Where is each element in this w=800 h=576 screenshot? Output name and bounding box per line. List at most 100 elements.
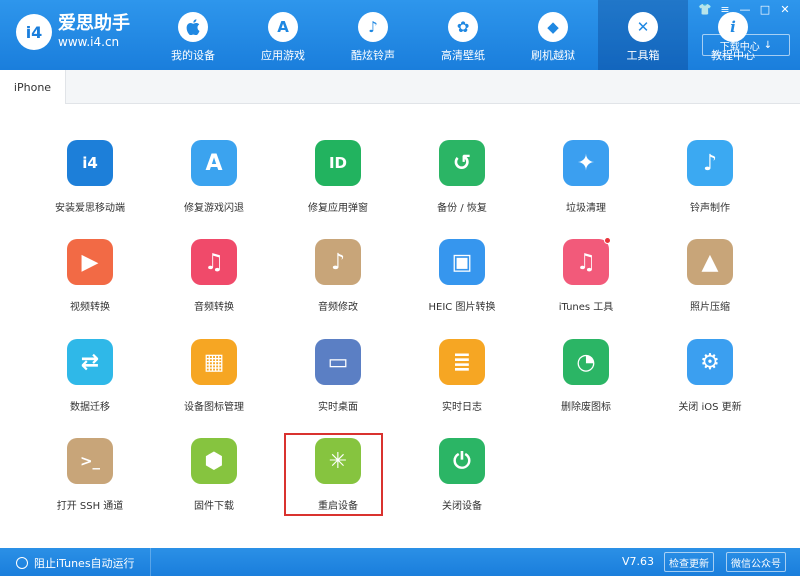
tool-label: 实时桌面 (318, 402, 358, 413)
tool-app-repair[interactable]: A 修复游戏闪退 (154, 140, 274, 230)
tool-glyph: ▲ (701, 249, 719, 275)
tool-data-migrate[interactable]: ⇄ 数据迁移 (30, 339, 150, 429)
skin-icon[interactable]: 👕 (698, 3, 712, 16)
tool-glyph: ♪ (330, 249, 346, 275)
heic-convert-icon: ▣ (439, 239, 485, 285)
tool-backup-restore[interactable]: ↺ 备份 / 恢复 (402, 140, 522, 230)
tool-itunes[interactable]: ♫ iTunes 工具 (526, 237, 646, 329)
nav-my-device[interactable]: 我的设备 (148, 0, 238, 70)
tool-label: 音频转换 (194, 302, 234, 313)
maximize-icon[interactable]: □ (758, 3, 772, 16)
tool-video-play[interactable]: ▶ 视频转换 (30, 239, 150, 329)
tool-label: 修复游戏闪退 (184, 203, 244, 214)
tool-label: 修复应用弹窗 (308, 203, 368, 214)
tool-glyph: ⚙ (700, 349, 720, 375)
tool-music-edit[interactable]: ♪ 音频修改 (278, 239, 398, 329)
notification-dot (604, 237, 611, 244)
download-icon: ↓ (763, 39, 773, 51)
apple-id-icon: ID (315, 140, 361, 186)
tool-label: 音频修改 (318, 302, 358, 313)
main-nav: 我的设备 A 应用游戏 ♪ 酷炫铃声 ✿ 高清壁纸 ◆ 刷机越狱 ✕ 工具箱 i… (148, 0, 778, 70)
flower-icon: ✿ (448, 12, 478, 42)
version-label: V7.63 (622, 555, 655, 568)
tool-label: 打开 SSH 通道 (56, 501, 124, 512)
log-document-icon: ≣ (439, 339, 485, 385)
tool-i4-app[interactable]: i4 安装爱思移动端 (30, 140, 150, 230)
nav-toolbox[interactable]: ✕ 工具箱 (598, 0, 688, 70)
tool-label: 照片压缩 (690, 302, 730, 313)
data-migrate-icon: ⇄ (67, 339, 113, 385)
check-update-button[interactable]: 检查更新 (664, 552, 714, 572)
tool-glyph: i4 (82, 154, 98, 172)
monitor-icon: ▭ (315, 339, 361, 385)
toolbox-grid: i4 安装爱思移动端 A 修复游戏闪退 ID 修复应用弹窗 ↺ 备份 / 恢复 ✦ 垃圾清理 ♪ 铃声… (0, 104, 800, 548)
nav-apps-games[interactable]: A 应用游戏 (238, 0, 328, 70)
tool-glyph: ↺ (452, 150, 472, 176)
tool-broom[interactable]: ✦ 垃圾清理 (526, 140, 646, 230)
device-tab-bar: iPhone (0, 70, 800, 104)
tool-bell-plus[interactable]: ♪ 铃声制作 (650, 140, 770, 230)
bell-icon: ♪ (358, 12, 388, 42)
pie-delete-icon: ◔ (563, 339, 609, 385)
download-center-button[interactable]: 下载中心 ↓ (702, 34, 790, 56)
tool-label: 垃圾清理 (566, 203, 606, 214)
nav-label: 刷机越狱 (531, 49, 575, 62)
tool-label: 固件下载 (194, 501, 234, 512)
nav-label: 应用游戏 (261, 49, 305, 62)
tool-label: 数据迁移 (70, 402, 110, 413)
nav-label: 酷炫铃声 (351, 49, 395, 62)
i4-app-icon: i4 (67, 140, 113, 186)
download-center-label: 下载中心 (719, 41, 760, 53)
tool-ssh-terminal[interactable]: >_ 打开 SSH 通道 (30, 438, 150, 528)
power-icon: ⏻ (439, 438, 485, 484)
music-note-icon: ♫ (191, 239, 237, 285)
tool-power[interactable]: ⏻ 关闭设备 (402, 438, 522, 528)
tool-label: 视频转换 (70, 302, 110, 313)
nav-ringtones[interactable]: ♪ 酷炫铃声 (328, 0, 418, 70)
minimize-icon[interactable]: — (738, 3, 752, 16)
tool-glyph: ⏻ (453, 448, 471, 474)
status-bar: 阻止iTunes自动运行 V7.63 检查更新 微信公众号 (0, 548, 800, 576)
tool-apple-id[interactable]: ID 修复应用弹窗 (278, 140, 398, 230)
close-icon[interactable]: ✕ (778, 3, 792, 16)
menu-icon[interactable]: ≡ (718, 3, 732, 16)
broom-icon: ✦ (563, 140, 609, 186)
tool-music-note[interactable]: ♫ 音频转换 (154, 239, 274, 329)
tool-glyph: ≣ (452, 349, 472, 375)
tool-heic-convert[interactable]: ▣ HEIC 图片转换 (402, 239, 522, 329)
tool-label: 铃声制作 (690, 203, 730, 214)
tool-glyph: ✦ (576, 150, 596, 176)
wechat-button[interactable]: 微信公众号 (726, 552, 786, 572)
video-play-icon: ▶ (67, 239, 113, 285)
tool-label: iTunes 工具 (558, 302, 614, 313)
tool-photo-compress[interactable]: ▲ 照片压缩 (650, 239, 770, 329)
photo-compress-icon: ▲ (687, 239, 733, 285)
tool-firmware-box[interactable]: ⬢ 固件下载 (154, 438, 274, 528)
brand: 爱思助手 www.i4.cn (58, 14, 130, 50)
tool-glyph: ▦ (203, 349, 225, 375)
tool-monitor[interactable]: ▭ 实时桌面 (278, 339, 398, 429)
firmware-box-icon: ⬢ (191, 438, 237, 484)
tool-icon-grid[interactable]: ▦ 设备图标管理 (154, 339, 274, 429)
tool-log-document[interactable]: ≣ 实时日志 (402, 339, 522, 429)
tool-gear-update[interactable]: ⚙ 关闭 iOS 更新 (650, 339, 770, 429)
tool-label: 安装爱思移动端 (55, 203, 125, 214)
app-url: www.i4.cn (58, 35, 120, 49)
nav-label: 我的设备 (171, 49, 215, 62)
tool-label: 关闭设备 (442, 501, 482, 512)
box-icon: ◆ (538, 12, 568, 42)
title-bar: i4 爱思助手 www.i4.cn 我的设备 A 应用游戏 ♪ 酷炫铃声 ✿ 高… (0, 0, 800, 70)
app-repair-icon: A (191, 140, 237, 186)
nav-flash-jailbreak[interactable]: ◆ 刷机越狱 (508, 0, 598, 70)
highlight-box (284, 433, 383, 516)
app-name: 爱思助手 (58, 13, 130, 34)
nav-wallpapers[interactable]: ✿ 高清壁纸 (418, 0, 508, 70)
radio-icon (16, 557, 28, 569)
tab-iphone[interactable]: iPhone (0, 70, 66, 104)
app-store-icon: A (268, 12, 298, 42)
block-itunes-toggle[interactable]: 阻止iTunes自动运行 (16, 555, 135, 571)
tool-glyph: ▭ (327, 349, 349, 375)
tool-glyph: A (205, 150, 223, 176)
gear-update-icon: ⚙ (687, 339, 733, 385)
tool-pie-delete[interactable]: ◔ 删除废图标 (526, 339, 646, 429)
